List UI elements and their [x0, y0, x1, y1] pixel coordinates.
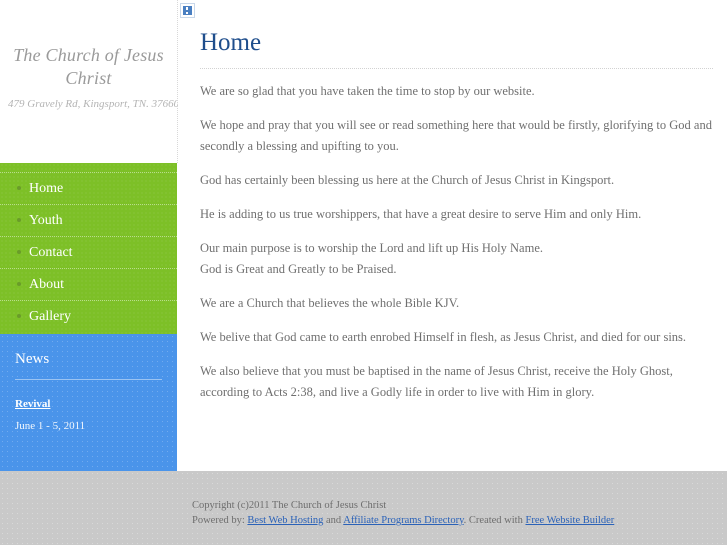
news-item: Revival June 1 - 5, 2011 — [15, 394, 162, 432]
news-item-date: June 1 - 5, 2011 — [15, 420, 86, 432]
bullet-icon — [17, 217, 21, 222]
sidebar-item-label: Contact — [29, 245, 73, 261]
sidebar-item-youth[interactable]: Youth — [0, 204, 177, 236]
footer-link-best-web-hosting[interactable]: Best Web Hosting — [247, 515, 323, 526]
footer-and-label: and — [323, 515, 344, 526]
page-root: The Church of Jesus Christ 479 Gravely R… — [0, 0, 727, 545]
bullet-icon — [17, 249, 21, 254]
footer-inner: Copyright (c)2011 The Church of Jesus Ch… — [0, 471, 727, 528]
sidebar-item-gallery[interactable]: Gallery — [0, 300, 177, 332]
footer-link-affiliate-programs-directory[interactable]: Affiliate Programs Directory — [343, 515, 463, 526]
content-paragraph-line: God is Great and Greatly to be Praised. — [200, 262, 397, 276]
content-paragraph: We hope and pray that you will see or re… — [200, 118, 712, 153]
content-paragraph: We are so glad that you have taken the t… — [200, 84, 535, 98]
content-paragraph: We also believe that you must be baptise… — [200, 364, 673, 399]
news-panel-title: News — [15, 351, 50, 367]
bullet-icon — [17, 185, 21, 190]
page-footer: Copyright (c)2011 The Church of Jesus Ch… — [0, 471, 727, 545]
content-paragraph: We belive that God came to earth enrobed… — [200, 330, 687, 344]
page-title: Home — [200, 29, 262, 56]
bullet-icon — [17, 313, 21, 318]
news-panel: News Revival June 1 - 5, 2011 — [0, 334, 177, 471]
news-item-link[interactable]: Revival — [15, 398, 50, 410]
sidebar-item-label: Gallery — [29, 309, 71, 325]
footer-credits: Powered by: Best Web Hosting and Affilia… — [192, 513, 727, 528]
content-paragraph: We are a Church that believes the whole … — [200, 296, 460, 310]
content-paragraph: Our main purpose is to worship the Lord … — [200, 238, 713, 280]
sidebar-item-label: Youth — [29, 213, 63, 229]
news-divider — [15, 379, 162, 380]
content-paragraph: He is adding to us true worshippers, tha… — [200, 207, 642, 221]
body-copy: We are so glad that you have taken the t… — [200, 69, 713, 403]
bullet-icon — [17, 281, 21, 286]
left-sidebar: The Church of Jesus Christ 479 Gravely R… — [0, 0, 180, 471]
main-content: Home We are so glad that you have taken … — [178, 0, 727, 471]
content-paragraph: God has certainly been blessing us here … — [200, 173, 615, 187]
broken-image-icon — [180, 3, 195, 18]
footer-powered-by-label: Powered by: — [192, 515, 248, 526]
site-address: 479 Gravely Rd, Kingsport, TN. 37660 — [8, 98, 180, 110]
footer-copyright: Copyright (c)2011 The Church of Jesus Ch… — [192, 500, 387, 511]
site-title: The Church of Jesus Christ — [13, 45, 164, 88]
sidebar-item-about[interactable]: About — [0, 268, 177, 300]
content-paragraph-line: Our main purpose is to worship the Lord … — [200, 241, 544, 255]
main-navigation: Home Youth Contact About Gallery — [0, 163, 177, 334]
broken-image-glyph — [183, 6, 192, 15]
sidebar-item-label: About — [29, 277, 64, 293]
site-header: The Church of Jesus Christ 479 Gravely R… — [0, 0, 180, 163]
sidebar-item-contact[interactable]: Contact — [0, 236, 177, 268]
footer-created-with-label: . Created with — [463, 515, 526, 526]
sidebar-item-home[interactable]: Home — [0, 172, 177, 204]
sidebar-item-label: Home — [29, 181, 64, 197]
footer-link-free-website-builder[interactable]: Free Website Builder — [525, 515, 614, 526]
